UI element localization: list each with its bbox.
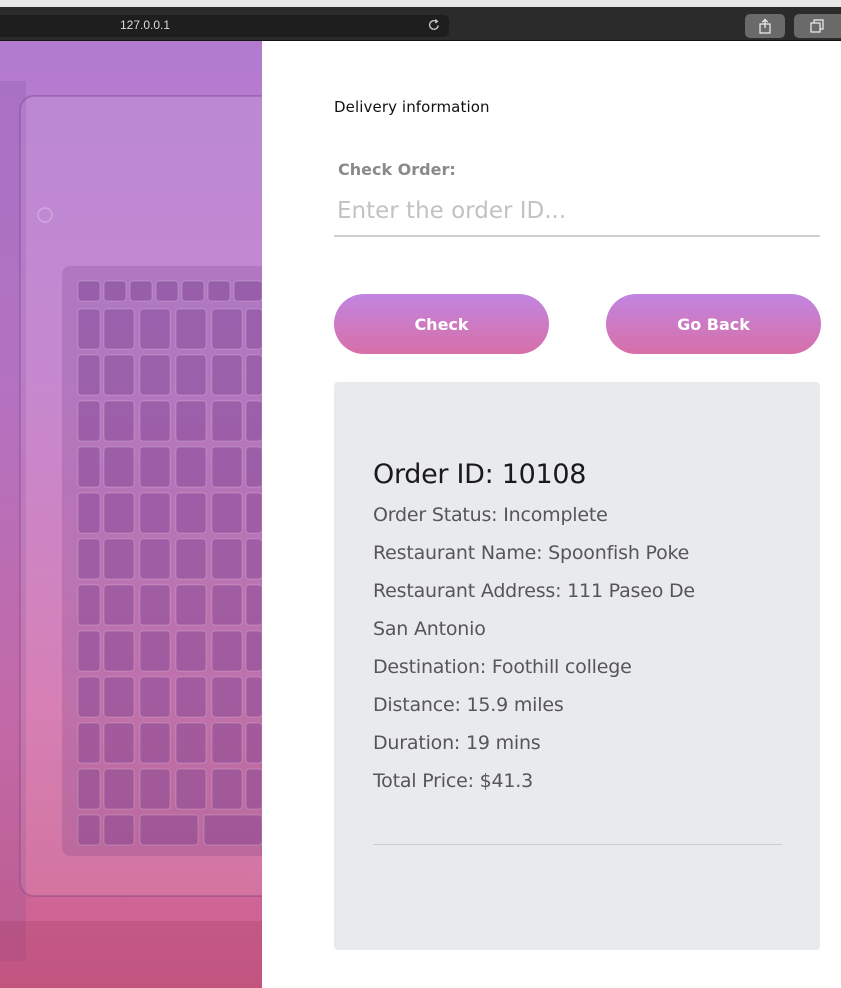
hero-image-panel [0,41,262,988]
section-heading: Delivery information [334,98,490,116]
restaurant-address-line1: Restaurant Address: 111 Paseo De [373,580,695,602]
toolbar-top-strip [0,0,841,7]
laptop-keyboard-image [0,81,262,988]
order-status: Order Status: Incomplete [373,504,608,526]
share-icon [759,18,771,34]
check-order-label: Check Order: [338,160,456,179]
show-tabs-button[interactable] [794,14,841,38]
url-text[interactable]: 127.0.0.1 [120,18,170,32]
address-bar[interactable]: 127.0.0.1 [0,15,449,37]
main-content: Delivery information Check Order: Check … [262,41,841,988]
check-button[interactable]: Check [334,294,549,354]
tabs-icon [810,19,824,33]
go-back-button[interactable]: Go Back [606,294,821,354]
destination: Destination: Foothill college [373,656,632,678]
card-divider [373,844,782,845]
browser-toolbar: 127.0.0.1 [0,0,841,41]
order-result-card: Order ID: 10108 Order Status: Incomplete… [334,382,820,950]
reload-icon[interactable] [427,18,441,32]
duration: Duration: 19 mins [373,732,541,754]
restaurant-name: Restaurant Name: Spoonfish Poke [373,542,690,564]
distance: Distance: 15.9 miles [373,694,564,716]
order-id-title: Order ID: 10108 [373,459,587,490]
restaurant-address-line2: San Antonio [373,618,486,640]
order-id-input[interactable] [334,187,820,237]
total-price: Total Price: $41.3 [373,770,533,792]
share-button[interactable] [745,14,785,38]
